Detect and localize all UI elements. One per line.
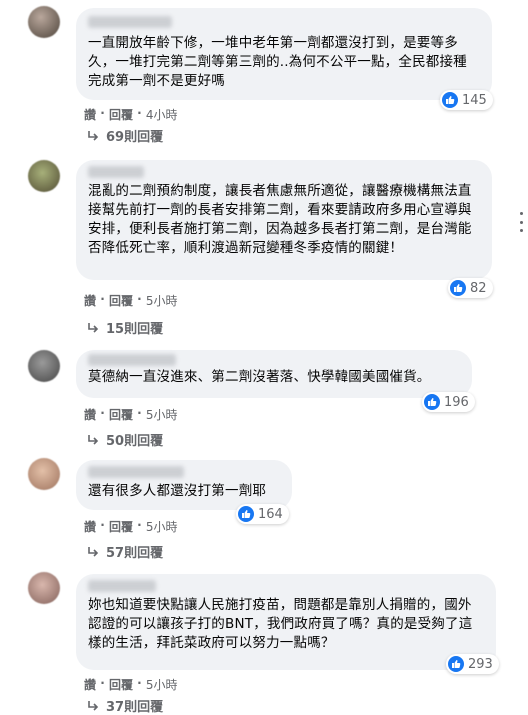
commenter-name[interactable] xyxy=(88,16,172,28)
reaction-count-badge[interactable]: 196 xyxy=(422,392,475,412)
comment-text: 妳也知道要快點讓人民施打疫苗，問題都是靠別人捐贈的，國外認證的可以讓孩子打的BN… xyxy=(88,597,473,651)
view-replies-link[interactable]: 50則回覆 xyxy=(86,430,163,449)
reaction-count: 82 xyxy=(470,280,487,296)
comment-actions: 讚 · 回覆 · 5小時 xyxy=(84,676,178,693)
separator: · xyxy=(132,292,146,306)
separator: · xyxy=(132,518,146,532)
commenter-name[interactable] xyxy=(88,166,144,178)
comment-bubble: 一直開放年齡下修，一堆中老年第一劑都還沒打到，是要等多久，一堆打完第二劑等第三劑… xyxy=(76,8,492,100)
like-link[interactable]: 讚 xyxy=(84,518,96,535)
reaction-count: 196 xyxy=(444,394,469,410)
like-link[interactable]: 讚 xyxy=(84,406,96,423)
timestamp[interactable]: 4小時 xyxy=(146,106,178,123)
commenter-name[interactable] xyxy=(88,354,176,366)
avatar[interactable] xyxy=(28,6,60,38)
thumbs-up-icon xyxy=(238,506,254,522)
timestamp[interactable]: 5小時 xyxy=(146,292,178,309)
timestamp[interactable]: 5小時 xyxy=(146,518,178,535)
reaction-count-badge[interactable]: 145 xyxy=(440,90,493,110)
comment-actions: 讚 · 回覆 · 4小時 xyxy=(84,106,178,123)
comment-actions: 讚 · 回覆 · 5小時 xyxy=(84,406,178,423)
view-replies-link[interactable]: 15則回覆 xyxy=(86,318,163,337)
reaction-count: 164 xyxy=(258,506,283,522)
reaction-count: 145 xyxy=(462,92,487,108)
view-replies-link[interactable]: 57則回覆 xyxy=(86,542,163,561)
reply-arrow-icon xyxy=(88,546,99,557)
view-replies-link[interactable]: 69則回覆 xyxy=(86,126,163,145)
like-link[interactable]: 讚 xyxy=(84,676,96,693)
avatar[interactable] xyxy=(28,572,60,604)
replies-count: 37則回覆 xyxy=(106,700,164,715)
replies-count: 57則回覆 xyxy=(106,546,164,561)
avatar[interactable] xyxy=(28,350,60,382)
view-replies-link[interactable]: 37則回覆 xyxy=(86,696,163,715)
reply-link[interactable]: 回覆 xyxy=(109,676,133,693)
more-options-icon[interactable] xyxy=(518,212,524,232)
thumbs-up-icon xyxy=(448,656,464,672)
separator: · xyxy=(96,518,109,532)
reply-arrow-icon xyxy=(88,130,99,141)
reaction-count-badge[interactable]: 164 xyxy=(236,504,289,524)
reply-link[interactable]: 回覆 xyxy=(109,406,133,423)
separator: · xyxy=(132,676,146,690)
replies-count: 50則回覆 xyxy=(106,434,164,449)
avatar[interactable] xyxy=(28,160,60,192)
reply-arrow-icon xyxy=(88,322,99,333)
thumbs-up-icon xyxy=(424,394,440,410)
separator: · xyxy=(96,106,109,120)
separator: · xyxy=(96,676,109,690)
timestamp[interactable]: 5小時 xyxy=(146,406,178,423)
thumbs-up-icon xyxy=(450,280,466,296)
comment-text: 莫德納一直沒進來、第二劑沒著落、快學韓國美國催貨。 xyxy=(88,369,431,385)
avatar[interactable] xyxy=(28,458,60,490)
separator: · xyxy=(96,292,109,306)
replies-count: 15則回覆 xyxy=(106,322,164,337)
reaction-count-badge[interactable]: 293 xyxy=(446,654,499,674)
comment-bubble: 還有很多人都還沒打第一劑耶 xyxy=(76,460,292,510)
reaction-count: 293 xyxy=(468,656,493,672)
reply-link[interactable]: 回覆 xyxy=(109,518,133,535)
like-link[interactable]: 讚 xyxy=(84,292,96,309)
timestamp[interactable]: 5小時 xyxy=(146,676,178,693)
comment-text: 還有很多人都還沒打第一劑耶 xyxy=(88,483,267,499)
separator: · xyxy=(96,406,109,420)
replies-count: 69則回覆 xyxy=(106,130,164,145)
comment-actions: 讚 · 回覆 · 5小時 xyxy=(84,518,178,535)
reply-arrow-icon xyxy=(88,434,99,445)
separator: · xyxy=(132,406,146,420)
reply-link[interactable]: 回覆 xyxy=(109,106,133,123)
comment-text: 混亂的二劑預約制度，讓長者焦慮無所適從，讓醫療機構無法直接幫先前打一劑的長者安排… xyxy=(88,183,472,256)
reaction-count-badge[interactable]: 82 xyxy=(448,278,493,298)
comment-bubble: 妳也知道要快點讓人民施打疫苗，問題都是靠別人捐贈的，國外認證的可以讓孩子打的BN… xyxy=(76,574,496,670)
comment-actions: 讚 · 回覆 · 5小時 xyxy=(84,292,178,309)
comment-text: 一直開放年齡下修，一堆中老年第一劑都還沒打到，是要等多久，一堆打完第二劑等第三劑… xyxy=(88,35,467,89)
commenter-name[interactable] xyxy=(88,466,184,478)
reply-link[interactable]: 回覆 xyxy=(109,292,133,309)
like-link[interactable]: 讚 xyxy=(84,106,96,123)
reply-arrow-icon xyxy=(88,700,99,711)
commenter-name[interactable] xyxy=(88,580,156,592)
separator: · xyxy=(132,106,146,120)
comment-bubble: 莫德納一直沒進來、第二劑沒著落、快學韓國美國催貨。 xyxy=(76,350,472,398)
thumbs-up-icon xyxy=(442,92,458,108)
comment-bubble: 混亂的二劑預約制度，讓長者焦慮無所適從，讓醫療機構無法直接幫先前打一劑的長者安排… xyxy=(76,160,492,280)
